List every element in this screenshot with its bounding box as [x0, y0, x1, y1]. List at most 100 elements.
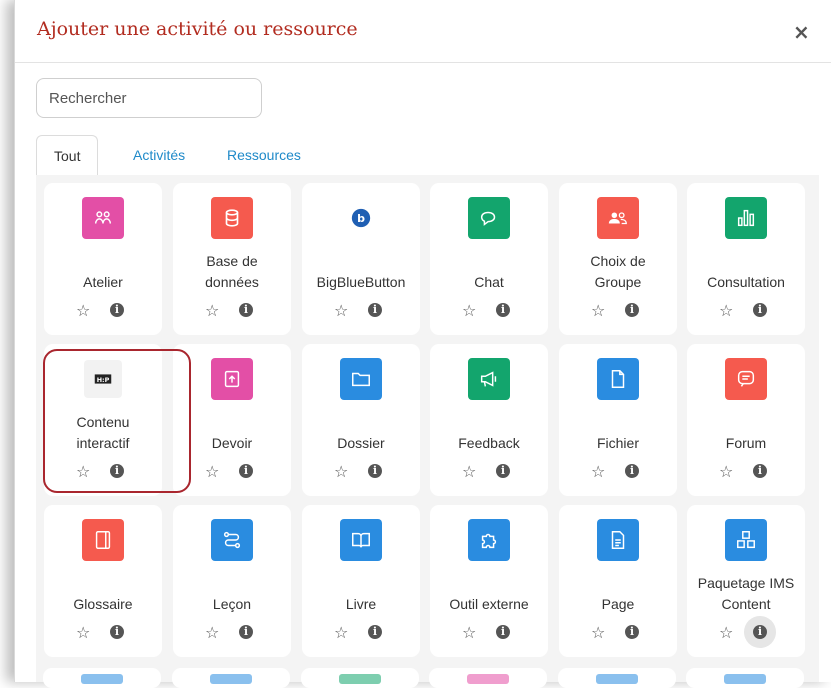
group-choice-icon [597, 197, 639, 239]
assignment-upload-icon [211, 358, 253, 400]
info-icon[interactable]: i [625, 464, 639, 478]
activity-card[interactable]: Atelier ☆ i [44, 183, 162, 335]
activity-label: Atelier [83, 274, 123, 290]
database-icon [211, 197, 253, 239]
activity-icon [81, 674, 123, 684]
activity-card[interactable]: Glossaire ☆ i [44, 505, 162, 657]
activity-card[interactable]: Outil externe ☆ i [430, 505, 548, 657]
info-icon[interactable]: i [239, 625, 253, 639]
activity-label: Livre [345, 596, 377, 612]
chat-icon [468, 197, 510, 239]
activity-card[interactable] [43, 668, 161, 688]
search-input[interactable] [36, 78, 262, 118]
activity-label: Dossier [337, 435, 385, 451]
star-icon[interactable]: ☆ [334, 301, 348, 321]
info-icon[interactable]: i [753, 464, 767, 478]
tab-tout[interactable]: Tout [36, 135, 99, 176]
chart-bars-icon [725, 197, 767, 239]
activity-card[interactable]: Livre ☆ i [302, 505, 420, 657]
activity-card[interactable]: Paquetage IMS Content ☆ i [687, 505, 805, 657]
activity-label-line: Base de [206, 253, 258, 269]
activity-card[interactable]: Forum ☆ i [687, 344, 805, 496]
info-icon[interactable]: i [110, 464, 124, 478]
activity-card[interactable]: Consultation ☆ i [687, 183, 805, 335]
activity-card[interactable]: Choix de Groupe ☆ i [559, 183, 677, 335]
tab-ressources[interactable]: Ressources [210, 135, 318, 175]
star-icon[interactable]: ☆ [334, 623, 348, 643]
info-icon[interactable]: i [368, 464, 382, 478]
star-icon[interactable]: ☆ [334, 462, 348, 482]
star-icon[interactable]: ☆ [76, 301, 90, 321]
info-icon[interactable]: i [368, 625, 382, 639]
activity-icon [210, 674, 252, 684]
forum-icon [725, 358, 767, 400]
activity-icon [724, 674, 766, 684]
info-icon[interactable]: i [239, 464, 253, 478]
activity-card[interactable] [558, 668, 676, 688]
info-icon[interactable]: i [368, 303, 382, 317]
activity-label: BigBlueButton [316, 274, 406, 290]
activity-label-line: Content [721, 596, 771, 612]
star-icon[interactable]: ☆ [76, 623, 90, 643]
activity-card[interactable] [429, 668, 547, 688]
activity-card[interactable] [172, 668, 290, 688]
info-icon[interactable]: i [496, 464, 510, 478]
activity-card[interactable]: Base de données ☆ i [173, 183, 291, 335]
info-icon[interactable]: i [496, 303, 510, 317]
activity-label: Feedback [458, 435, 520, 451]
star-icon[interactable]: ☆ [205, 462, 219, 482]
activity-card[interactable] [301, 668, 419, 688]
info-icon[interactable]: i [753, 303, 767, 317]
star-icon[interactable]: ☆ [462, 301, 476, 321]
activity-card[interactable]: H:P Contenu interactif ☆ i [44, 344, 162, 496]
h5p-icon: H:P [84, 360, 122, 398]
info-icon[interactable]: i [239, 303, 253, 317]
star-icon[interactable]: ☆ [205, 301, 219, 321]
activity-icon [596, 674, 638, 684]
star-icon[interactable]: ☆ [591, 623, 605, 643]
info-icon[interactable]: i [110, 303, 124, 317]
activity-card[interactable]: b BigBlueButton ☆ i [302, 183, 420, 335]
lesson-icon [211, 519, 253, 561]
activity-card[interactable]: Dossier ☆ i [302, 344, 420, 496]
tab-activites[interactable]: Activités [116, 135, 202, 175]
star-icon[interactable]: ☆ [205, 623, 219, 643]
activity-label: Devoir [211, 435, 253, 451]
star-icon[interactable]: ☆ [719, 462, 733, 482]
info-icon[interactable]: i [753, 625, 767, 639]
info-icon[interactable]: i [625, 625, 639, 639]
info-icon[interactable]: i [625, 303, 639, 317]
info-icon[interactable]: i [496, 625, 510, 639]
star-icon[interactable]: ☆ [591, 301, 605, 321]
activity-label: Outil externe [449, 596, 529, 612]
activity-card[interactable]: Leçon ☆ i [173, 505, 291, 657]
activity-label-line: Groupe [594, 274, 642, 290]
star-icon[interactable]: ☆ [462, 623, 476, 643]
activity-label: Page [601, 596, 635, 612]
activity-card[interactable]: Fichier ☆ i [559, 344, 677, 496]
activity-card[interactable]: Feedback ☆ i [430, 344, 548, 496]
activity-card[interactable]: Devoir ☆ i [173, 344, 291, 496]
activity-card[interactable]: Page ☆ i [559, 505, 677, 657]
svg-text:H:P: H:P [97, 376, 110, 384]
activity-label: Forum [725, 435, 767, 451]
info-icon[interactable]: i [110, 625, 124, 639]
glossary-icon [82, 519, 124, 561]
activity-label: Base de données [177, 247, 287, 297]
activity-label: Fichier [596, 435, 639, 451]
star-icon[interactable]: ☆ [719, 623, 733, 643]
star-icon[interactable]: ☆ [462, 462, 476, 482]
activity-label-line: données [205, 274, 259, 290]
close-icon[interactable]: × [793, 20, 810, 44]
activity-label: Paquetage IMS Content [691, 569, 801, 619]
file-icon [597, 358, 639, 400]
activity-icon [339, 674, 381, 684]
page-icon [597, 519, 639, 561]
dialog-header: Ajouter une activité ou ressource × [15, 0, 831, 63]
star-icon[interactable]: ☆ [76, 462, 90, 482]
activity-card[interactable] [686, 668, 804, 688]
activity-card[interactable]: Chat ☆ i [430, 183, 548, 335]
star-icon[interactable]: ☆ [719, 301, 733, 321]
star-icon[interactable]: ☆ [591, 462, 605, 482]
add-activity-dialog: Ajouter une activité ou ressource × Tout… [14, 0, 831, 682]
